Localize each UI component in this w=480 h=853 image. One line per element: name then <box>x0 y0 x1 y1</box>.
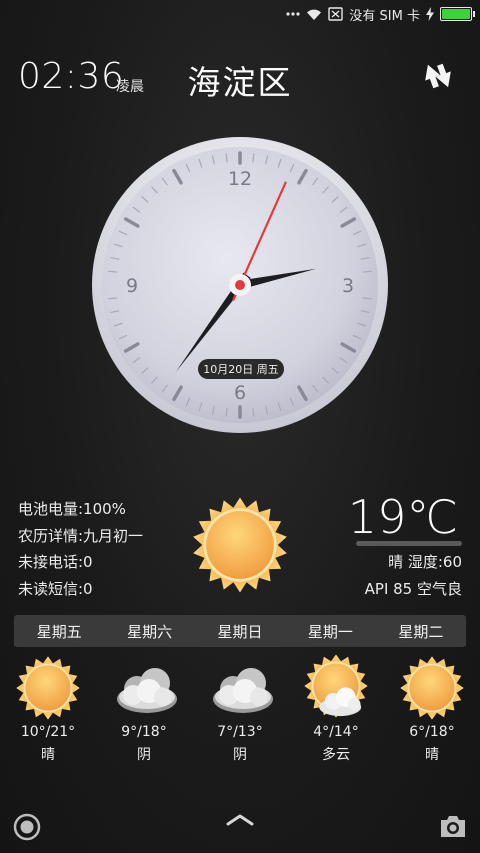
forecast-condition: 晴 <box>41 747 55 763</box>
air-quality: API 85 空气良 <box>364 580 462 598</box>
clock-center-dot <box>235 280 245 290</box>
battery-icon <box>440 7 475 21</box>
lunar-info: 农历详情:九月初一 <box>18 526 144 545</box>
cloud-shape <box>213 668 273 713</box>
forecast-day-label: 星期六 <box>127 622 173 641</box>
forecast-cloud-icon <box>109 655 179 721</box>
forecast-day-label: 星期一 <box>307 622 353 641</box>
forecast-condition: 多云 <box>322 747 350 763</box>
forecast-list: 10°/21° 晴 9°/18° 阴 7°/13° 阴 4°/14° 多云 6°… <box>0 654 480 764</box>
minute-tick <box>362 270 372 273</box>
sun-disc <box>206 511 274 579</box>
weather-clock-screen: 没有 SIM 卡 02:36 凌晨 海淀区 12 3 6 9 10月20日 周五… <box>0 0 480 853</box>
district-name[interactable]: 海淀区 <box>0 56 480 104</box>
forecast-item[interactable]: 9°/18° 阴 <box>96 655 192 764</box>
forecast-day-label: 星期日 <box>217 622 263 641</box>
minute-tick <box>252 153 255 163</box>
minute-tick <box>108 270 118 273</box>
current-temperature: 19℃ <box>347 490 458 544</box>
forecast-cloud-icon <box>205 655 275 721</box>
forecast-temp: 9°/18° <box>121 724 167 740</box>
charging-icon <box>426 7 434 21</box>
forecast-item[interactable]: 6°/18° 晴 <box>384 655 480 764</box>
minute-tick <box>225 153 228 163</box>
clock-number-6: 6 <box>234 382 246 404</box>
chevron-up-icon[interactable] <box>226 812 254 828</box>
cloud-shape <box>117 668 177 713</box>
device-info-list: 电池电量:100% 农历详情:九月初一 未接电话:0 未读短信:0 <box>18 496 143 602</box>
forecast-day-label: 星期二 <box>398 622 444 641</box>
clock-number-12: 12 <box>228 168 252 190</box>
clock-number-9: 9 <box>126 275 138 297</box>
no-sim-icon <box>328 7 344 21</box>
forecast-item[interactable]: 10°/21° 晴 <box>0 655 96 764</box>
forecast-item[interactable]: 7°/13° 阴 <box>192 655 288 764</box>
camera-icon[interactable] <box>438 812 468 840</box>
status-bar: 没有 SIM 卡 <box>0 0 480 28</box>
condition-humidity: 晴 湿度:60 <box>388 553 462 571</box>
forecast-temp: 10°/21° <box>20 724 76 740</box>
forecast-condition: 晴 <box>425 747 439 763</box>
forecast-condition: 阴 <box>233 747 247 763</box>
analog-clock[interactable]: 12 3 6 9 <box>90 135 390 435</box>
record-icon[interactable] <box>12 812 42 842</box>
unread-sms-info: 未读短信:0 <box>18 579 93 598</box>
minute-tick <box>362 297 372 300</box>
refresh-icon[interactable] <box>418 56 458 96</box>
forecast-day-label: 星期五 <box>36 622 82 641</box>
temperature-divider <box>356 541 462 546</box>
forecast-temp: 6°/18° <box>409 724 455 740</box>
forecast-days-bar: 星期五 星期六 星期日 星期一 星期二 <box>14 615 466 647</box>
forecast-temp: 4°/14° <box>313 724 359 740</box>
forecast-sun-icon <box>397 655 467 721</box>
wifi-icon <box>306 8 322 21</box>
carrier-text: 没有 SIM 卡 <box>349 8 420 24</box>
minute-tick <box>108 297 118 300</box>
clock-number-3: 3 <box>342 275 354 297</box>
forecast-item[interactable]: 4°/14° 多云 <box>288 654 384 764</box>
missed-calls-info: 未接电话:0 <box>18 553 93 571</box>
sun-disc <box>25 665 71 711</box>
minute-tick <box>252 407 255 417</box>
forecast-sun-icon <box>13 655 83 721</box>
dots-icon <box>286 11 301 17</box>
clock-date-badge: 10月20日 周五 <box>198 359 284 379</box>
battery-info: 电池电量:100% <box>18 500 126 518</box>
battery-level-fill <box>442 9 470 19</box>
sun-icon <box>190 495 290 595</box>
forecast-temp: 7°/13° <box>217 724 263 740</box>
forecast-condition: 阴 <box>137 747 151 763</box>
forecast-sun-cloud-icon <box>301 654 371 721</box>
minute-tick <box>225 407 228 417</box>
sun-disc <box>409 665 455 711</box>
